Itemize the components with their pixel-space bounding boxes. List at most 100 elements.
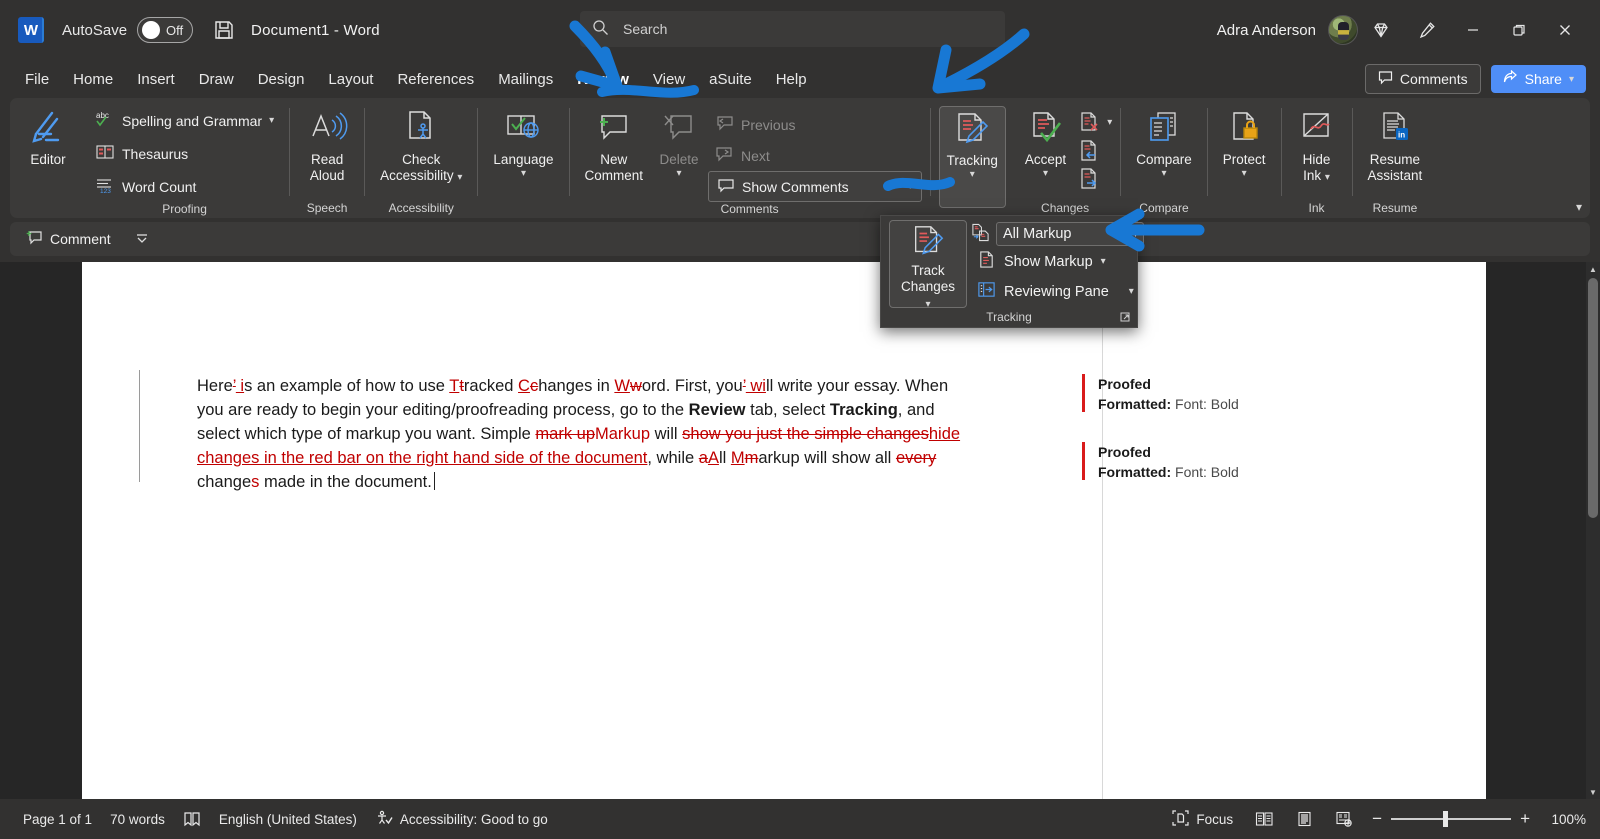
tab-review[interactable]: Review: [566, 66, 640, 93]
chevron-down-icon[interactable]: ▾: [970, 169, 975, 181]
new-comment-button[interactable]: New Comment: [578, 106, 651, 187]
chevron-down-icon[interactable]: ▾: [269, 115, 274, 126]
restore-button[interactable]: [1496, 7, 1542, 53]
tab-design[interactable]: Design: [247, 66, 316, 93]
chevron-down-icon[interactable]: ▾: [908, 181, 913, 192]
chevron-down-icon[interactable]: ▾: [457, 172, 462, 183]
previous-change-button[interactable]: [1075, 137, 1112, 164]
close-button[interactable]: [1542, 7, 1588, 53]
group-divider: [477, 108, 479, 196]
document-paragraph[interactable]: Here’ is an example of how to use Ttrack…: [197, 374, 967, 494]
reject-change-button[interactable]: [1075, 109, 1104, 136]
comments-button[interactable]: Comments: [1364, 64, 1481, 94]
markup-balloon[interactable]: Proofed Formatted: Font: Bold: [1082, 442, 1382, 482]
pen-icon[interactable]: [1404, 8, 1450, 52]
collapse-ribbon-button[interactable]: ▾: [1576, 200, 1582, 214]
protect-button[interactable]: Protect ▾: [1216, 106, 1273, 183]
display-for-review-dropdown[interactable]: All Markup ▾: [996, 222, 1144, 246]
scroll-up-button[interactable]: ▲: [1586, 262, 1600, 276]
tracking-button[interactable]: Tracking ▾: [938, 106, 1006, 208]
chevron-down-icon[interactable]: ▾: [1133, 229, 1138, 240]
word-count-indicator[interactable]: 70 words: [101, 809, 174, 830]
spelling-and-grammar-label: Spelling and Grammar: [122, 112, 263, 129]
chevron-down-icon[interactable]: ▾: [1242, 168, 1247, 180]
document-body-text[interactable]: Here’ is an example of how to use Ttrack…: [197, 374, 967, 494]
avatar[interactable]: [1328, 15, 1358, 45]
save-icon[interactable]: [213, 19, 235, 41]
hide-ink-button[interactable]: Hide Ink ▾: [1290, 106, 1344, 187]
show-markup-button[interactable]: Show Markup ▾: [971, 247, 1144, 276]
zoom-slider[interactable]: − +: [1372, 809, 1530, 829]
expand-comment-bar-button[interactable]: [129, 230, 155, 248]
editor-button[interactable]: Editor: [20, 106, 76, 171]
protect-lock-icon: [1224, 109, 1264, 149]
tab-layout[interactable]: Layout: [317, 66, 384, 93]
tab-mailings[interactable]: Mailings: [487, 66, 564, 93]
word-count-button[interactable]: 123 Word Count: [88, 171, 203, 202]
tab-references[interactable]: References: [386, 66, 485, 93]
markup-balloon[interactable]: Proofed Formatted: Font: Bold: [1082, 374, 1382, 414]
proofing-status-icon[interactable]: [174, 808, 210, 830]
diamond-icon[interactable]: [1358, 8, 1404, 52]
zoom-thumb[interactable]: [1443, 811, 1449, 827]
web-layout-button[interactable]: [1326, 808, 1362, 830]
dialog-box-launcher-icon[interactable]: [1120, 312, 1131, 326]
track-changes-icon: [907, 224, 949, 260]
read-mode-button[interactable]: [1246, 808, 1283, 830]
tab-insert[interactable]: Insert: [126, 66, 186, 93]
compare-button[interactable]: Compare ▾: [1129, 106, 1199, 183]
search-input[interactable]: Search: [580, 11, 1005, 47]
autosave-toggle[interactable]: Off: [137, 17, 194, 43]
reviewing-pane-button[interactable]: Reviewing Pane ▾: [971, 277, 1144, 306]
accessibility-indicator[interactable]: Accessibility: Good to go: [366, 807, 557, 832]
chevron-down-icon[interactable]: ▾: [1101, 256, 1106, 267]
new-comment-line2: Comment: [584, 167, 644, 183]
delete-comment-button[interactable]: Delete ▾: [652, 106, 706, 183]
track-changes-line1: Track: [911, 263, 945, 278]
chevron-down-icon[interactable]: ▾: [925, 299, 930, 310]
svg-text:abc: abc: [96, 111, 109, 120]
tab-asuite[interactable]: aSuite: [698, 66, 763, 93]
print-layout-button[interactable]: [1287, 808, 1322, 830]
language-button[interactable]: Language ▾: [486, 106, 560, 183]
chevron-down-icon[interactable]: ▾: [1129, 286, 1134, 297]
previous-comment-button[interactable]: Previous: [708, 109, 922, 140]
chevron-down-icon[interactable]: ▾: [1043, 168, 1048, 180]
zoom-in-button[interactable]: +: [1520, 809, 1530, 829]
chevron-down-icon[interactable]: ▾: [1161, 168, 1166, 180]
next-comment-button[interactable]: Next: [708, 140, 922, 171]
tab-file[interactable]: File: [14, 66, 60, 93]
track-changes-button[interactable]: Track Changes ▾: [889, 220, 967, 310]
next-change-button[interactable]: [1075, 165, 1112, 192]
chevron-down-icon[interactable]: ▾: [1325, 172, 1330, 183]
scrollbar-thumb[interactable]: [1588, 278, 1598, 518]
vertical-scrollbar[interactable]: ▲ ▼: [1586, 262, 1600, 799]
check-accessibility-button[interactable]: Check Accessibility ▾: [373, 106, 469, 187]
focus-button[interactable]: Focus: [1163, 807, 1242, 832]
accept-button[interactable]: Accept ▾: [1018, 106, 1073, 183]
chevron-down-icon[interactable]: ▾: [1107, 117, 1112, 128]
document-page[interactable]: Here’ is an example of how to use Ttrack…: [82, 262, 1486, 799]
zoom-level[interactable]: 100%: [1540, 812, 1586, 827]
minimize-button[interactable]: [1450, 7, 1496, 53]
chevron-down-icon[interactable]: ▾: [677, 168, 682, 180]
tab-help[interactable]: Help: [765, 66, 818, 93]
add-comment-button[interactable]: Comment: [20, 227, 117, 251]
show-comments-button[interactable]: Show Comments ▾: [708, 171, 922, 202]
zoom-out-button[interactable]: −: [1372, 809, 1382, 829]
share-button[interactable]: Share ▾: [1490, 65, 1586, 93]
zoom-track[interactable]: [1391, 811, 1512, 827]
thesaurus-button[interactable]: Thesaurus: [88, 138, 195, 169]
resume-assistant-button[interactable]: in Resume Assistant: [1361, 106, 1430, 187]
tab-view[interactable]: View: [642, 66, 696, 93]
new-comment-line1: New: [600, 152, 628, 167]
tab-draw[interactable]: Draw: [188, 66, 245, 93]
language-indicator[interactable]: English (United States): [210, 809, 366, 830]
markup-balloon-author: Proofed: [1098, 444, 1151, 460]
read-aloud-button[interactable]: Read Aloud: [298, 106, 356, 187]
scroll-down-button[interactable]: ▼: [1586, 785, 1600, 799]
chevron-down-icon[interactable]: ▾: [521, 168, 526, 180]
page-indicator[interactable]: Page 1 of 1: [14, 809, 101, 830]
spelling-and-grammar-button[interactable]: abc Spelling and Grammar ▾: [88, 105, 281, 136]
tab-home[interactable]: Home: [62, 66, 124, 93]
